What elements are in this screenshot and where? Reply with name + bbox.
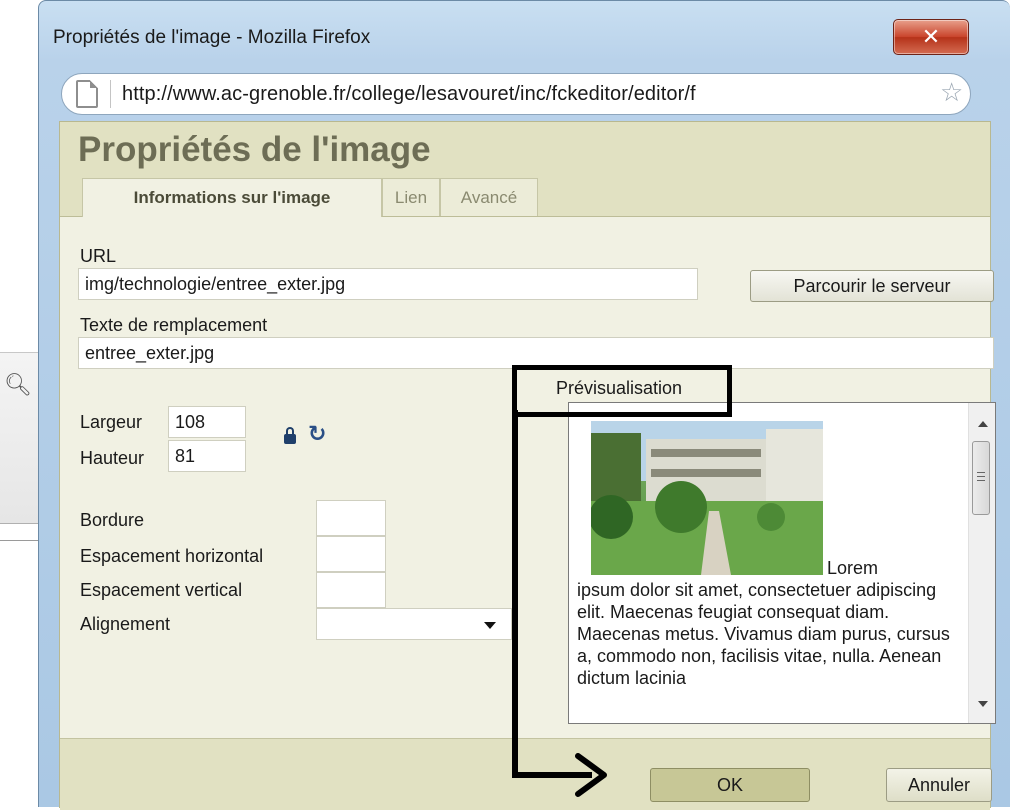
window-close-button[interactable]: ✕ xyxy=(893,19,969,55)
hspace-label: Espacement horizontal xyxy=(80,546,264,566)
border-input[interactable] xyxy=(316,500,386,536)
alignment-select[interactable] xyxy=(316,608,512,640)
tab-image-info[interactable]: Informations sur l'image xyxy=(82,178,382,217)
reset-size-icon[interactable]: ↻ xyxy=(308,422,326,447)
tab-link[interactable]: Lien xyxy=(382,178,440,216)
url-input[interactable] xyxy=(78,268,698,300)
background-divider xyxy=(0,540,40,541)
hspace-input[interactable] xyxy=(316,536,386,572)
width-input[interactable] xyxy=(168,406,246,438)
preview-text: Lorem ipsum dolor sit amet, consectetuer… xyxy=(577,557,957,689)
bookmark-star-icon[interactable]: ☆ xyxy=(940,78,963,108)
window-title: Propriétés de l'image - Mozilla Firefox xyxy=(53,27,371,48)
url-label: URL xyxy=(80,246,117,266)
alt-text-label: Texte de remplacement xyxy=(80,315,268,335)
scroll-down-icon[interactable] xyxy=(978,701,988,707)
vspace-label: Espacement vertical xyxy=(80,580,243,600)
window-titlebar: Propriétés de l'image - Mozilla Firefox … xyxy=(39,1,1010,61)
height-label: Hauteur xyxy=(80,448,145,468)
tab-advanced[interactable]: Avancé xyxy=(440,178,538,216)
chevron-down-icon xyxy=(484,622,496,629)
zoom-icon: 🔍︎ xyxy=(4,372,32,397)
preview-photo xyxy=(591,421,823,575)
preview-box[interactable]: Lorem ipsum dolor sit amet, consectetuer… xyxy=(568,402,996,724)
dialog-title: Propriétés de l'image xyxy=(78,130,431,169)
alignment-label: Alignement xyxy=(80,614,171,634)
height-input[interactable] xyxy=(168,440,246,472)
address-divider xyxy=(110,80,111,108)
annotation-highlight-box xyxy=(512,365,732,417)
width-label: Largeur xyxy=(80,412,143,432)
ok-button[interactable]: OK xyxy=(650,768,810,802)
page-icon xyxy=(76,80,98,108)
scroll-thumb[interactable] xyxy=(972,441,990,515)
dialog-header: Propriétés de l'image Informations sur l… xyxy=(60,122,990,217)
close-icon: ✕ xyxy=(921,24,941,50)
address-bar[interactable]: http://www.ac-grenoble.fr/college/lesavo… xyxy=(61,73,971,115)
cancel-button[interactable]: Annuler xyxy=(886,768,992,802)
lock-ratio-icon[interactable] xyxy=(284,427,296,444)
annotation-arrow-vertical xyxy=(512,410,518,778)
preview-first-word: Lorem xyxy=(827,558,879,578)
preview-scrollbar[interactable] xyxy=(968,403,995,723)
browse-server-button[interactable]: Parcourir le serveur xyxy=(750,270,994,302)
annotation-arrow-head xyxy=(575,753,607,797)
border-label: Bordure xyxy=(80,510,145,530)
preview-body: ipsum dolor sit amet, consectetuer adipi… xyxy=(577,580,950,688)
scroll-up-icon[interactable] xyxy=(978,421,988,427)
vspace-input[interactable] xyxy=(316,572,386,608)
address-url[interactable]: http://www.ac-grenoble.fr/college/lesavo… xyxy=(122,83,934,106)
image-properties-dialog: Propriétés de l'image Informations sur l… xyxy=(59,121,996,810)
preview-image xyxy=(591,421,823,575)
